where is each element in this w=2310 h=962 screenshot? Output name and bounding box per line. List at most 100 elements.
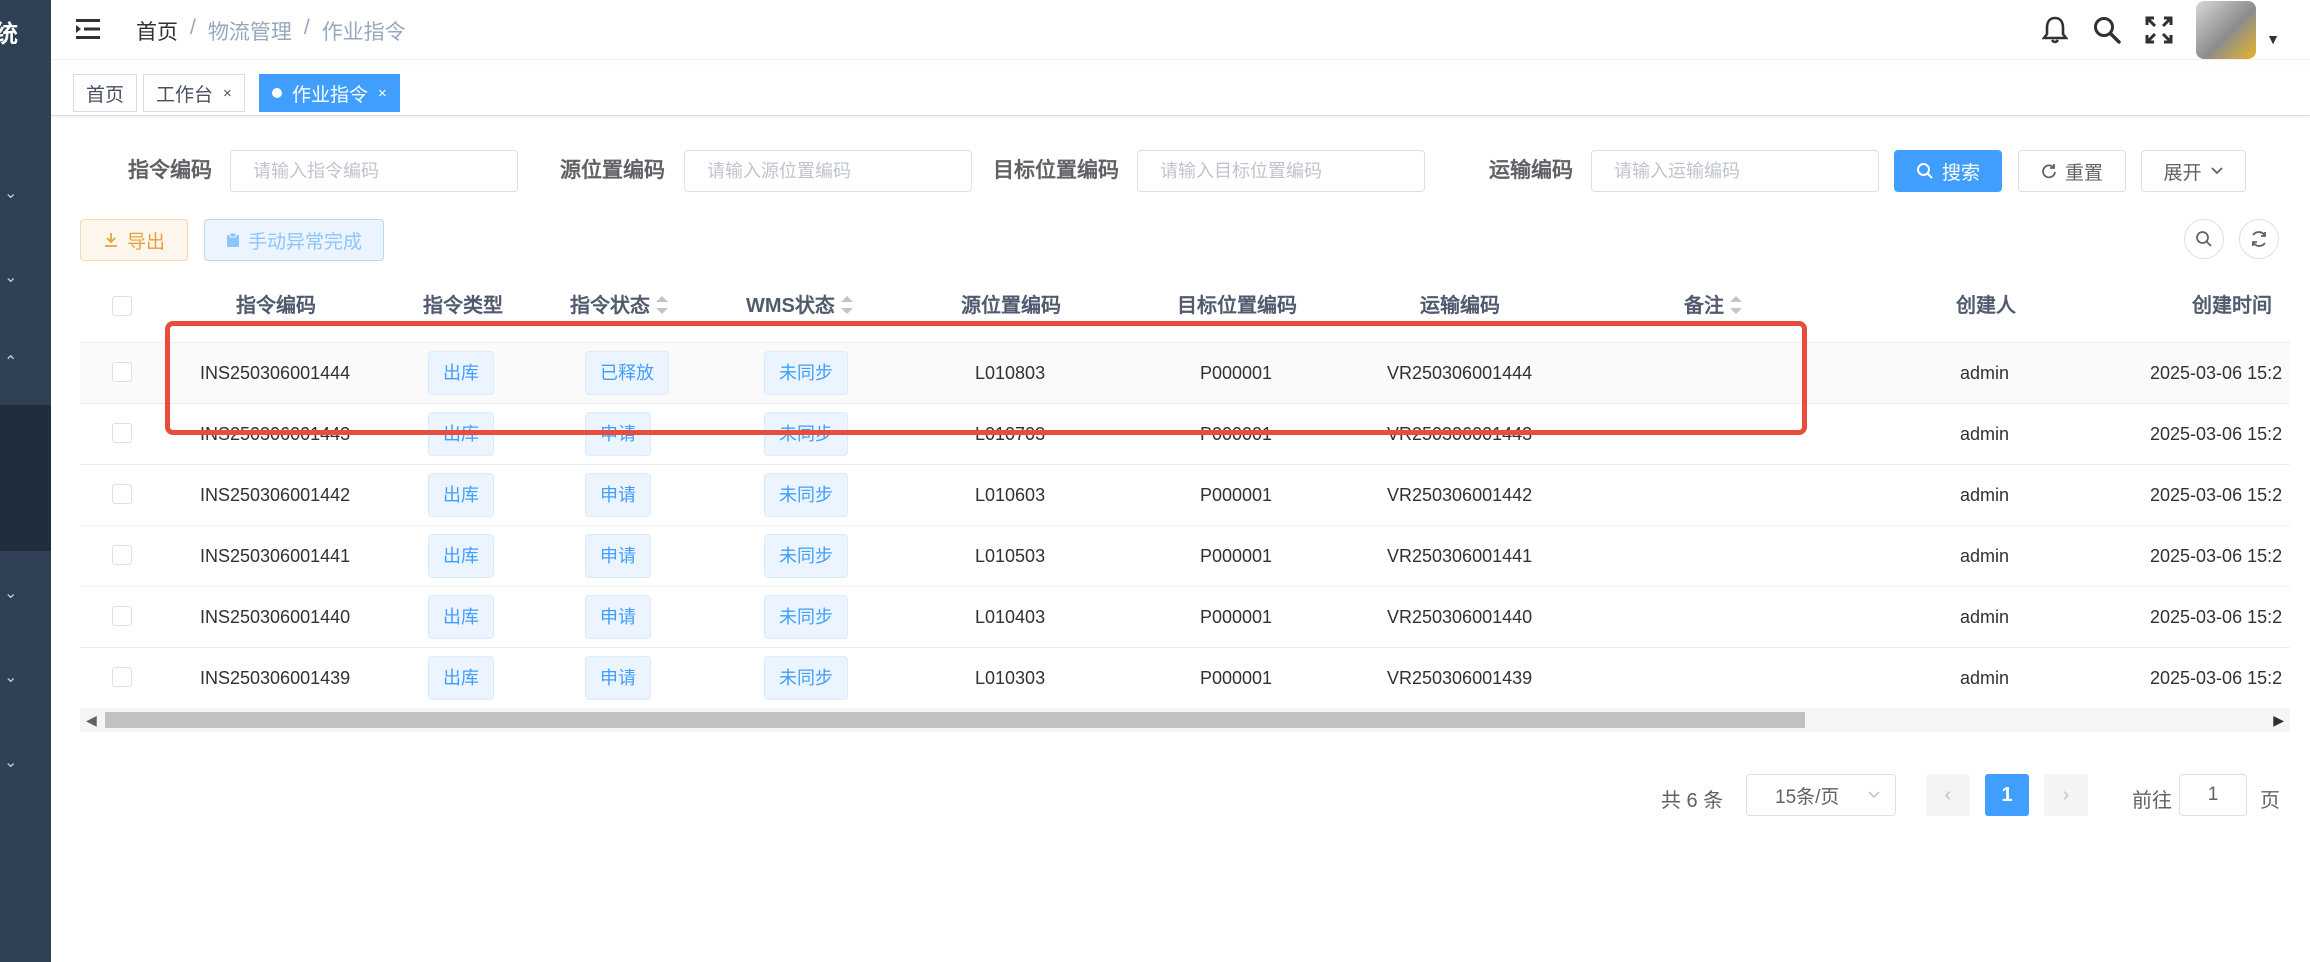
table-row[interactable]: INS250306001440 L010403 P000001 VR250306001… xyxy=(80,587,2290,648)
transport-code-input[interactable]: 请输入运输编码 xyxy=(1591,150,1879,192)
export-button[interactable]: 导出 xyxy=(80,219,188,261)
refresh-icon xyxy=(2042,164,2056,179)
row-checkbox[interactable] xyxy=(112,606,132,626)
column-header[interactable]: 指令类型 xyxy=(423,275,503,343)
toggle-search-button[interactable] xyxy=(2184,219,2224,259)
transport-code-label: 运输编码 xyxy=(1489,159,1573,182)
column-header-sortable[interactable]: WMS状态 xyxy=(746,275,853,343)
tag-label: 工作台 xyxy=(156,84,214,106)
bell-icon[interactable] xyxy=(2040,15,2070,45)
column-header-sortable[interactable]: 备注 xyxy=(1684,275,1742,343)
tag-label: 作业指令 xyxy=(292,84,369,106)
search-button[interactable]: 搜索 xyxy=(1894,150,2002,192)
chevron-down-icon[interactable]: ⌄ xyxy=(4,667,20,686)
sidebar-title: 统 xyxy=(0,21,18,48)
breadcrumb-separator: / xyxy=(190,16,196,39)
column-header: 运输编码 xyxy=(1420,295,1500,317)
table-header: 指令编码 指令类型 指令状态 WMS状态 源位置编码 目标位置编码 运输编码 备… xyxy=(80,275,2290,343)
close-icon[interactable]: × xyxy=(223,85,232,102)
breadcrumb: 首页 / 物流管理 / 作业指令 xyxy=(136,16,406,46)
reset-button[interactable]: 重置 xyxy=(2018,150,2126,192)
column-header: 目标位置编码 xyxy=(1177,295,1297,317)
chevron-down-icon[interactable]: ⌄ xyxy=(4,583,20,602)
row-checkbox[interactable] xyxy=(112,423,132,443)
status-tag: 申请 xyxy=(585,534,651,578)
cell-target-location: P000001 xyxy=(1200,485,1273,505)
refresh-icon xyxy=(2252,231,2266,247)
search-icon[interactable] xyxy=(2092,15,2122,45)
cell-instruction-code: INS250306001441 xyxy=(200,546,351,566)
cell-created-time: 2025-03-06 15:2 xyxy=(2150,485,2283,505)
goto-label: 前往 xyxy=(2132,790,2172,812)
table-row[interactable]: INS250306001444 L010803 P000001 VR250306001… xyxy=(80,343,2290,404)
cell-created-time: 2025-03-06 15:2 xyxy=(2150,424,2283,444)
sidebar: 统 ⌄ ⌄ ⌃ ⌄ ⌄ ⌄ xyxy=(0,0,51,962)
clipboard-icon xyxy=(226,232,239,247)
row-checkbox[interactable] xyxy=(112,484,132,504)
sort-icon[interactable] xyxy=(840,295,853,314)
table-row[interactable]: INS250306001439 L010303 P000001 VR250306001… xyxy=(80,648,2290,709)
column-header-label: 指令类型 xyxy=(423,295,503,317)
row-checkbox[interactable] xyxy=(112,545,132,565)
refresh-button[interactable] xyxy=(2239,219,2279,259)
cell-instruction-code: INS250306001440 xyxy=(200,607,351,627)
cell-target-location: P000001 xyxy=(1200,424,1273,444)
cell-instruction-code: INS250306001442 xyxy=(200,485,351,505)
table-row[interactable]: INS250306001441 L010503 P000001 VR250306001… xyxy=(80,526,2290,587)
row-checkbox[interactable] xyxy=(112,362,132,382)
status-tag: 申请 xyxy=(585,473,651,517)
prev-page-button[interactable]: ‹ xyxy=(1926,774,1970,816)
hamburger-icon[interactable] xyxy=(76,17,102,41)
tag-instructions[interactable]: 作业指令 × xyxy=(259,74,400,112)
type-tag: 出库 xyxy=(428,473,494,517)
scroll-right-icon[interactable]: ▶ xyxy=(2273,712,2284,729)
caret-down-icon[interactable]: ▼ xyxy=(2266,31,2280,47)
sidebar-active-submenu[interactable] xyxy=(0,405,51,551)
wms-status-tag: 未同步 xyxy=(764,473,848,517)
next-page-button[interactable]: › xyxy=(2044,774,2088,816)
fullscreen-icon[interactable] xyxy=(2144,15,2174,45)
sort-icon[interactable] xyxy=(1730,295,1742,314)
active-dot-icon xyxy=(272,88,282,98)
column-header-label: WMS状态 xyxy=(746,295,835,317)
sort-icon[interactable] xyxy=(656,295,668,314)
cell-source-location: L010303 xyxy=(975,668,1046,688)
search-icon xyxy=(1916,163,1933,179)
goto-page-input[interactable]: 1 xyxy=(2179,774,2247,816)
page-size-select[interactable]: 15条/页 xyxy=(1746,774,1896,816)
page-number-button[interactable]: 1 xyxy=(1985,774,2029,816)
manual-abnormal-complete-button[interactable]: 手动异常完成 xyxy=(204,219,384,261)
horizontal-scrollbar[interactable]: ◀ ▶ xyxy=(80,708,2290,732)
tag-label: 首页 xyxy=(86,84,125,106)
breadcrumb-logistics[interactable]: 物流管理 xyxy=(208,16,292,46)
source-location-input[interactable]: 请输入源位置编码 xyxy=(684,150,972,192)
manual-button-label: 手动异常完成 xyxy=(247,231,362,253)
chevron-down-icon[interactable]: ⌄ xyxy=(4,267,20,286)
close-icon[interactable]: × xyxy=(378,85,387,102)
chevron-up-icon[interactable]: ⌃ xyxy=(4,352,20,371)
chevron-down-icon[interactable]: ⌄ xyxy=(4,183,20,202)
cell-transport-code: VR250306001439 xyxy=(1387,668,1533,688)
cell-source-location: L010603 xyxy=(975,485,1046,505)
expand-button[interactable]: 展开 xyxy=(2141,150,2246,192)
row-checkbox[interactable] xyxy=(112,667,132,687)
page-size-value: 15条/页 xyxy=(1775,786,1840,808)
column-header-sortable[interactable]: 指令状态 xyxy=(570,275,668,343)
cell-created-time: 2025-03-06 15:2 xyxy=(2150,668,2283,688)
instruction-code-input[interactable]: 请输入指令编码 xyxy=(230,150,518,192)
chevron-down-icon xyxy=(2210,167,2223,175)
column-header-label: 指令状态 xyxy=(570,295,650,317)
table-row[interactable]: INS250306001443 L010703 P000001 VR250306001… xyxy=(80,404,2290,465)
breadcrumb-home[interactable]: 首页 xyxy=(136,16,178,46)
tag-workbench[interactable]: 工作台 × xyxy=(143,74,245,112)
avatar[interactable] xyxy=(2196,1,2257,59)
scroll-left-icon[interactable]: ◀ xyxy=(86,712,97,729)
target-location-input[interactable]: 请输入目标位置编码 xyxy=(1137,150,1425,192)
cell-target-location: P000001 xyxy=(1200,668,1273,688)
table-row[interactable]: INS250306001442 L010603 P000001 VR250306001… xyxy=(80,465,2290,526)
chevron-down-icon[interactable]: ⌄ xyxy=(4,752,20,771)
expand-button-label: 展开 xyxy=(2163,162,2202,184)
tag-home[interactable]: 首页 xyxy=(73,74,138,112)
select-all-checkbox[interactable] xyxy=(112,296,132,316)
scrollbar-thumb[interactable] xyxy=(105,712,1805,728)
